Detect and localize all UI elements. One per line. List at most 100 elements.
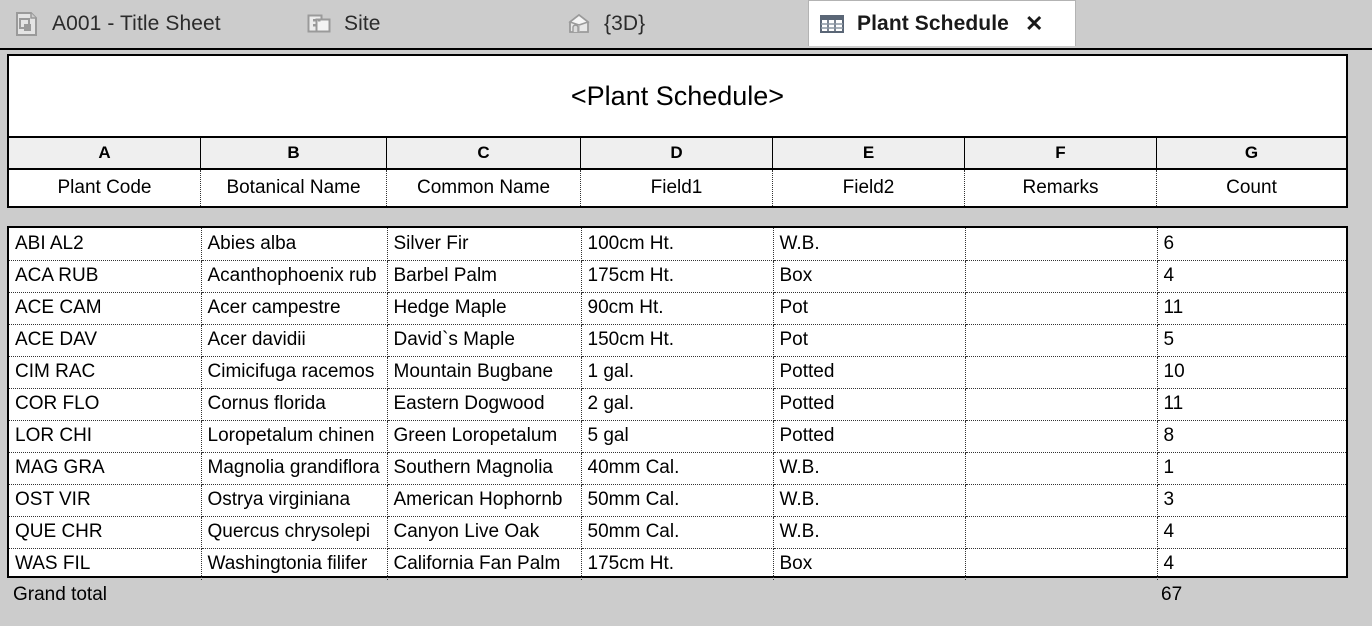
table-cell[interactable]: 4	[1157, 516, 1346, 548]
table-cell[interactable]: Green Loropetalum	[387, 420, 581, 452]
table-cell[interactable]	[965, 228, 1157, 260]
table-cell[interactable]: Potted	[773, 356, 965, 388]
column-letter-c[interactable]: C	[387, 138, 581, 168]
table-row[interactable]: ACE DAVAcer davidiiDavid`s Maple150cm Ht…	[9, 324, 1346, 356]
schedule-table-container[interactable]: ABI AL2Abies albaSilver Fir100cm Ht.W.B.…	[7, 226, 1348, 578]
table-cell[interactable]: California Fan Palm	[387, 548, 581, 580]
column-header-cell[interactable]: Plant Code	[9, 170, 201, 206]
table-cell[interactable]	[965, 484, 1157, 516]
table-row[interactable]: QUE CHRQuercus chrysolepiCanyon Live Oak…	[9, 516, 1346, 548]
table-cell[interactable]: ACA RUB	[9, 260, 201, 292]
table-cell[interactable]: Acer campestre	[201, 292, 387, 324]
table-cell[interactable]	[965, 452, 1157, 484]
table-cell[interactable]: ABI AL2	[9, 228, 201, 260]
table-cell[interactable]: MAG GRA	[9, 452, 201, 484]
table-cell[interactable]: 4	[1157, 260, 1346, 292]
column-letter-f[interactable]: F	[965, 138, 1157, 168]
table-row[interactable]: MAG GRAMagnolia grandifloraSouthern Magn…	[9, 452, 1346, 484]
table-cell[interactable]: Washingtonia filifer	[201, 548, 387, 580]
table-cell[interactable]: Potted	[773, 388, 965, 420]
close-icon[interactable]: ✕	[1025, 13, 1043, 35]
table-cell[interactable]: 5	[1157, 324, 1346, 356]
table-cell[interactable]: Eastern Dogwood	[387, 388, 581, 420]
table-cell[interactable]: 6	[1157, 228, 1346, 260]
column-header-cell[interactable]: Remarks	[965, 170, 1157, 206]
table-cell[interactable]: 1 gal.	[581, 356, 773, 388]
table-cell[interactable]: W.B.	[773, 484, 965, 516]
table-cell[interactable]: ACE CAM	[9, 292, 201, 324]
table-cell[interactable]	[965, 356, 1157, 388]
column-header-cell[interactable]: Botanical Name	[201, 170, 387, 206]
table-row[interactable]: ACA RUBAcanthophoenix rubBarbel Palm175c…	[9, 260, 1346, 292]
table-cell[interactable]: 150cm Ht.	[581, 324, 773, 356]
table-cell[interactable]: 8	[1157, 420, 1346, 452]
table-cell[interactable]	[965, 324, 1157, 356]
table-cell[interactable]: Box	[773, 260, 965, 292]
table-cell[interactable]: 3	[1157, 484, 1346, 516]
table-cell[interactable]: 90cm Ht.	[581, 292, 773, 324]
table-cell[interactable]: Magnolia grandiflora	[201, 452, 387, 484]
table-cell[interactable]: Cornus florida	[201, 388, 387, 420]
table-cell[interactable]: 1	[1157, 452, 1346, 484]
table-cell[interactable]	[965, 260, 1157, 292]
table-cell[interactable]: Box	[773, 548, 965, 580]
table-cell[interactable]	[965, 420, 1157, 452]
table-cell[interactable]	[965, 388, 1157, 420]
table-cell[interactable]: ACE DAV	[9, 324, 201, 356]
table-cell[interactable]: Potted	[773, 420, 965, 452]
table-cell[interactable]: American Hophornb	[387, 484, 581, 516]
table-cell[interactable]: Cimicifuga racemos	[201, 356, 387, 388]
table-cell[interactable]: LOR CHI	[9, 420, 201, 452]
column-letter-a[interactable]: A	[9, 138, 201, 168]
table-cell[interactable]: 5 gal	[581, 420, 773, 452]
column-header-cell[interactable]: Count	[1157, 170, 1346, 206]
column-letter-d[interactable]: D	[581, 138, 773, 168]
table-row[interactable]: CIM RACCimicifuga racemosMountain Bugban…	[9, 356, 1346, 388]
table-cell[interactable]: CIM RAC	[9, 356, 201, 388]
table-cell[interactable]: Mountain Bugbane	[387, 356, 581, 388]
tab-a001-title-sheet[interactable]: A001 - Title Sheet	[4, 0, 231, 48]
table-cell[interactable]: Pot	[773, 292, 965, 324]
table-cell[interactable]: 100cm Ht.	[581, 228, 773, 260]
table-cell[interactable]: Ostrya virginiana	[201, 484, 387, 516]
table-row[interactable]: COR FLOCornus floridaEastern Dogwood2 ga…	[9, 388, 1346, 420]
table-cell[interactable]: 50mm Cal.	[581, 516, 773, 548]
table-cell[interactable]: W.B.	[773, 228, 965, 260]
table-cell[interactable]: Quercus chrysolepi	[201, 516, 387, 548]
column-letter-e[interactable]: E	[773, 138, 965, 168]
column-header-cell[interactable]: Field1	[581, 170, 773, 206]
table-cell[interactable]: Pot	[773, 324, 965, 356]
table-cell[interactable]: 175cm Ht.	[581, 548, 773, 580]
table-cell[interactable]: Acer davidii	[201, 324, 387, 356]
table-cell[interactable]: Abies alba	[201, 228, 387, 260]
table-row[interactable]: ABI AL2Abies albaSilver Fir100cm Ht.W.B.…	[9, 228, 1346, 260]
table-cell[interactable]: Canyon Live Oak	[387, 516, 581, 548]
table-cell[interactable]: 40mm Cal.	[581, 452, 773, 484]
table-cell[interactable]: W.B.	[773, 452, 965, 484]
table-cell[interactable]: 50mm Cal.	[581, 484, 773, 516]
table-row[interactable]: WAS FILWashingtonia filiferCalifornia Fa…	[9, 548, 1346, 580]
table-cell[interactable]: COR FLO	[9, 388, 201, 420]
table-row[interactable]: ACE CAMAcer campestreHedge Maple90cm Ht.…	[9, 292, 1346, 324]
column-header-cell[interactable]: Common Name	[387, 170, 581, 206]
table-cell[interactable]: W.B.	[773, 516, 965, 548]
table-cell[interactable]: 4	[1157, 548, 1346, 580]
tab-site[interactable]: Site	[296, 0, 391, 48]
table-cell[interactable]: 175cm Ht.	[581, 260, 773, 292]
table-cell[interactable]: WAS FIL	[9, 548, 201, 580]
table-cell[interactable]: Silver Fir	[387, 228, 581, 260]
table-cell[interactable]: Hedge Maple	[387, 292, 581, 324]
table-cell[interactable]: 11	[1157, 388, 1346, 420]
table-cell[interactable]: 11	[1157, 292, 1346, 324]
column-header-cell[interactable]: Field2	[773, 170, 965, 206]
table-cell[interactable]	[965, 548, 1157, 580]
column-letter-b[interactable]: B	[201, 138, 387, 168]
table-row[interactable]: LOR CHILoropetalum chinenGreen Loropetal…	[9, 420, 1346, 452]
tab-3d-view[interactable]: {3D}	[556, 0, 655, 48]
table-cell[interactable]	[965, 516, 1157, 548]
table-cell[interactable]	[965, 292, 1157, 324]
table-cell[interactable]: Barbel Palm	[387, 260, 581, 292]
column-letter-g[interactable]: G	[1157, 138, 1346, 168]
table-row[interactable]: OST VIROstrya virginianaAmerican Hophorn…	[9, 484, 1346, 516]
table-cell[interactable]: OST VIR	[9, 484, 201, 516]
